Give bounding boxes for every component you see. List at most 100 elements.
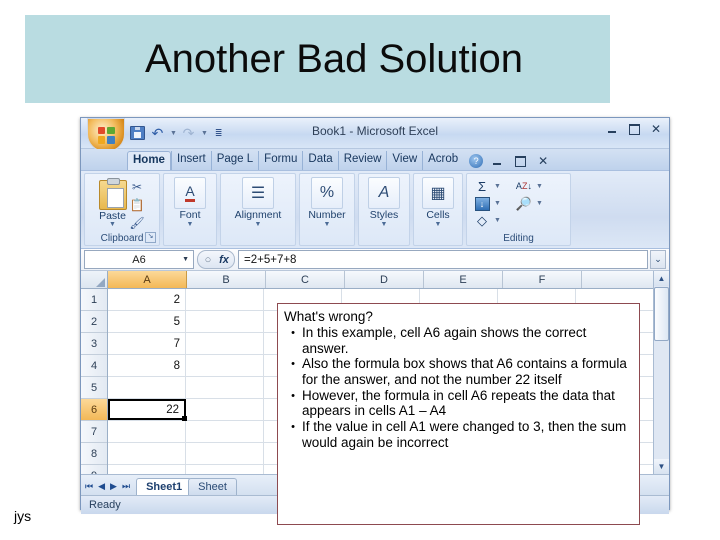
column-header-c[interactable]: C [266,271,345,288]
editing-row-2: ↓ ▼ 🔎 ▼ [472,195,565,212]
sort-filter-button[interactable]: AZ↓ ▼ [514,178,543,195]
tab-review[interactable]: Review [337,151,387,170]
tab-view[interactable]: View [386,151,422,170]
copy-icon[interactable]: 📋 [129,196,146,213]
select-all-corner[interactable] [81,271,108,288]
tab-insert[interactable]: Insert [170,151,211,170]
cell-a3[interactable]: 7 [108,333,186,354]
last-sheet-icon[interactable]: ⏭ [122,481,130,492]
cell-b4[interactable] [186,355,264,376]
cell-b2[interactable] [186,311,264,332]
clear-dropdown-icon[interactable]: ▼ [494,217,501,224]
cell-a8[interactable] [108,443,186,464]
vertical-scrollbar[interactable]: ▲ ▼ [653,271,669,474]
doc-minimize-icon[interactable] [489,154,505,168]
name-box[interactable]: A6 ▼ [84,250,194,269]
font-dropdown-icon[interactable]: ▼ [187,221,194,228]
fill-icon: ↓ [472,195,492,212]
paste-dropdown-icon[interactable]: ▼ [109,221,116,228]
prev-sheet-icon[interactable]: ◀ [98,481,105,492]
styles-dropdown-icon[interactable]: ▼ [381,221,388,228]
clear-button[interactable]: ◇ ▼ [472,212,501,229]
cell-a5[interactable] [108,377,186,398]
percent-icon: % [310,177,343,209]
callout-bullet-4: If the value in cell A1 were changed to … [302,418,627,450]
restore-icon[interactable] [626,122,642,136]
align-center-icon: ☰ [241,177,274,209]
font-button[interactable]: A Font ▼ [174,177,206,228]
minimize-icon[interactable] [604,122,620,136]
doc-close-icon[interactable]: ✕ [535,154,551,168]
sheet-tab-sheet2[interactable]: Sheet [188,478,237,495]
cell-b5[interactable] [186,377,264,398]
number-button[interactable]: % Number ▼ [308,177,346,228]
cell-b6[interactable] [186,399,264,420]
cancel-icon[interactable]: ○ [200,252,216,268]
scroll-down-icon[interactable]: ▼ [654,459,669,474]
tab-home[interactable]: Home [127,151,171,170]
excel-titlebar: ↶ ▼ ↷ ▼ ≣ Book1 - Microsoft Excel ✕ [81,118,669,152]
row-header-7[interactable]: 7 [81,421,107,443]
cell-b3[interactable] [186,333,264,354]
cell-a1[interactable]: 2 [108,289,186,310]
ribbon-group-styles: A Styles ▼ [358,173,410,246]
cell-a4[interactable]: 8 [108,355,186,376]
doc-restore-icon[interactable] [512,154,528,168]
cell-b9[interactable] [186,465,264,474]
tab-formulas[interactable]: Formu [258,151,302,170]
row-header-3[interactable]: 3 [81,333,107,355]
column-header-f[interactable]: F [503,271,582,288]
tab-data[interactable]: Data [302,151,337,170]
find-select-button[interactable]: 🔎 ▼ [514,195,543,212]
column-header-d[interactable]: D [345,271,424,288]
cell-a9[interactable] [108,465,186,474]
cut-icon[interactable]: ✂ [129,178,146,195]
cells-button[interactable]: ▦ Cells ▼ [422,177,454,228]
fx-icon[interactable]: fx [216,252,232,268]
cells-dropdown-icon[interactable]: ▼ [435,221,442,228]
page-title: Another Bad Solution [145,37,524,81]
first-sheet-icon[interactable]: ⏮ [85,481,93,492]
scrollbar-thumb[interactable] [654,287,669,341]
find-select-dropdown-icon[interactable]: ▼ [536,200,543,207]
sheet-tab-sheet1[interactable]: Sheet1 [136,478,193,495]
autosum-dropdown-icon[interactable]: ▼ [494,183,501,190]
row-header-9[interactable]: 9 [81,465,107,475]
sort-filter-dropdown-icon[interactable]: ▼ [536,183,543,190]
cell-a2[interactable]: 5 [108,311,186,332]
cell-b7[interactable] [186,421,264,442]
row-header-2[interactable]: 2 [81,311,107,333]
row-header-6[interactable]: 6 [81,399,107,421]
cell-a6[interactable]: 22 [108,399,187,421]
column-header-b[interactable]: B [187,271,266,288]
close-icon[interactable]: ✕ [648,122,664,136]
expand-formula-bar-icon[interactable]: ⌄ [650,250,666,269]
row-header-5[interactable]: 5 [81,377,107,399]
clipboard-dialog-launcher[interactable]: ↘ [145,232,156,243]
paste-button[interactable]: Paste ▼ [98,177,127,231]
tab-page-layout[interactable]: Page L [210,151,258,170]
cell-b8[interactable] [186,443,264,464]
next-sheet-icon[interactable]: ▶ [110,481,117,492]
styles-button[interactable]: A Styles ▼ [368,177,400,228]
alignment-button[interactable]: ☰ Alignment ▼ [235,177,281,228]
tab-acrobat[interactable]: Acrob [422,151,463,170]
column-header-a[interactable]: A [108,271,187,288]
alignment-dropdown-icon[interactable]: ▼ [255,221,262,228]
number-dropdown-icon[interactable]: ▼ [324,221,331,228]
autosum-button[interactable]: Σ ▼ [472,178,501,195]
formula-input[interactable]: =2+5+7+8 [238,250,648,269]
format-painter-icon[interactable]: 🖌 [129,214,146,231]
help-icon[interactable]: ? [469,154,484,168]
column-header-e[interactable]: E [424,271,503,288]
fill-button[interactable]: ↓ ▼ [472,195,501,212]
row-header-4[interactable]: 4 [81,355,107,377]
cell-b1[interactable] [186,289,264,310]
row-header-8[interactable]: 8 [81,443,107,465]
name-box-dropdown-icon[interactable]: ▼ [182,256,189,263]
fill-dropdown-icon[interactable]: ▼ [494,200,501,207]
scroll-up-icon[interactable]: ▲ [654,271,669,286]
font-color-icon: A [174,177,206,209]
cell-a7[interactable] [108,421,186,442]
row-header-1[interactable]: 1 [81,289,107,311]
